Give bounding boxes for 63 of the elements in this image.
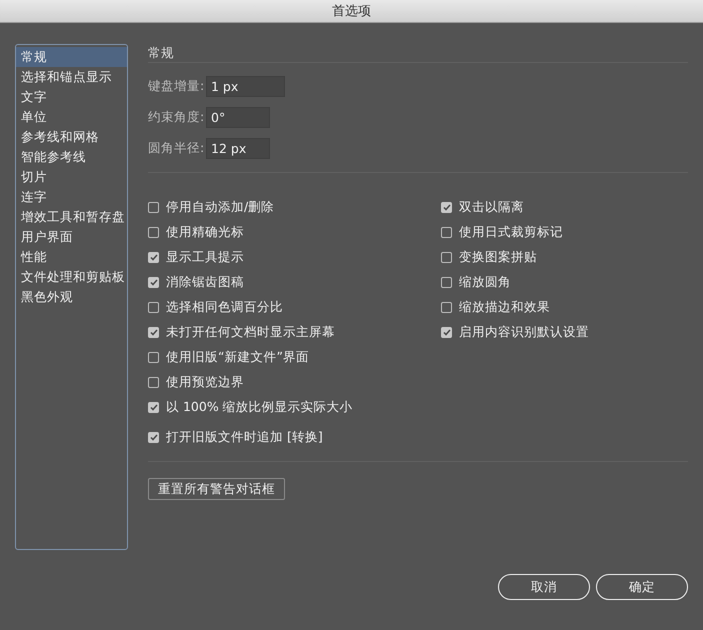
checkbox[interactable]	[148, 302, 159, 313]
sidebar-item[interactable]: 文字	[16, 87, 127, 107]
sidebar-item[interactable]: 常规	[16, 47, 127, 67]
dialog-button[interactable]: 取消	[498, 574, 590, 600]
checkbox[interactable]	[441, 302, 452, 313]
checkmark-icon	[150, 279, 158, 286]
sidebar-item[interactable]: 性能	[16, 247, 127, 267]
checkbox[interactable]	[148, 377, 159, 388]
sidebar-item[interactable]: 增效工具和暂存盘	[16, 207, 127, 227]
checkmark-icon	[150, 329, 158, 336]
option-label: 使用精确光标	[166, 224, 244, 241]
checkbox[interactable]	[148, 352, 159, 363]
sidebar-item[interactable]: 黑色外观	[16, 287, 127, 307]
sidebar-item[interactable]: 切片	[16, 167, 127, 187]
sidebar-item[interactable]: 连字	[16, 187, 127, 207]
option-label: 缩放圆角	[459, 274, 511, 291]
field-label: 键盘增量:	[148, 78, 206, 95]
option-label: 消除锯齿图稿	[166, 274, 244, 291]
option-label: 使用预览边界	[166, 374, 244, 391]
reset-warnings-button[interactable]: 重置所有警告对话框	[148, 478, 285, 500]
checkbox[interactable]	[441, 202, 452, 213]
option-label: 变换图案拼贴	[459, 249, 537, 266]
checkbox[interactable]	[441, 252, 452, 263]
checkbox[interactable]	[441, 227, 452, 238]
checkmark-icon	[150, 254, 158, 261]
checkbox[interactable]	[148, 402, 159, 413]
sidebar-item[interactable]: 选择和锚点显示	[16, 67, 127, 87]
sidebar-item[interactable]: 智能参考线	[16, 147, 127, 167]
checkmark-icon	[442, 329, 450, 336]
checkmark-icon	[442, 204, 450, 211]
checkbox[interactable]	[148, 432, 159, 443]
option-label: 显示工具提示	[166, 249, 244, 266]
option-label: 停用自动添加/删除	[166, 199, 274, 216]
option-label: 选择相同色调百分比	[166, 299, 283, 316]
field-label: 圆角半径:	[148, 140, 206, 157]
field-label: 约束角度:	[148, 109, 206, 126]
checkbox[interactable]	[148, 327, 159, 338]
checkmark-icon	[150, 404, 158, 411]
option-label: 缩放描边和效果	[459, 299, 550, 316]
input-field[interactable]: 1 px	[206, 76, 285, 97]
checkbox[interactable]	[441, 327, 452, 338]
option-label: 使用日式裁剪标记	[459, 224, 563, 241]
sidebar-item[interactable]: 用户界面	[16, 227, 127, 247]
checkmark-icon	[150, 434, 158, 441]
option-label: 以 100% 缩放比例显示实际大小	[166, 399, 353, 416]
sidebar-item[interactable]: 参考线和网格	[16, 127, 127, 147]
option-label: 双击以隔离	[459, 199, 524, 216]
checkbox[interactable]	[148, 252, 159, 263]
sidebar-item[interactable]: 文件处理和剪贴板	[16, 267, 127, 287]
checkbox[interactable]	[148, 277, 159, 288]
window-title: 首选项	[332, 3, 371, 20]
checkbox[interactable]	[148, 202, 159, 213]
sidebar-item[interactable]: 单位	[16, 107, 127, 127]
checkbox[interactable]	[148, 227, 159, 238]
dialog-button[interactable]: 确定	[596, 574, 688, 600]
section-title: 常规	[148, 44, 175, 62]
option-label: 未打开任何文档时显示主屏幕	[166, 324, 335, 341]
input-field[interactable]: 12 px	[206, 138, 270, 159]
option-label: 使用旧版“新建文件”界面	[166, 349, 309, 366]
option-label: 打开旧版文件时追加 [转换]	[166, 429, 323, 446]
option-label: 启用内容识别默认设置	[459, 324, 589, 341]
checkbox[interactable]	[441, 277, 452, 288]
input-field[interactable]: 0°	[206, 107, 270, 128]
